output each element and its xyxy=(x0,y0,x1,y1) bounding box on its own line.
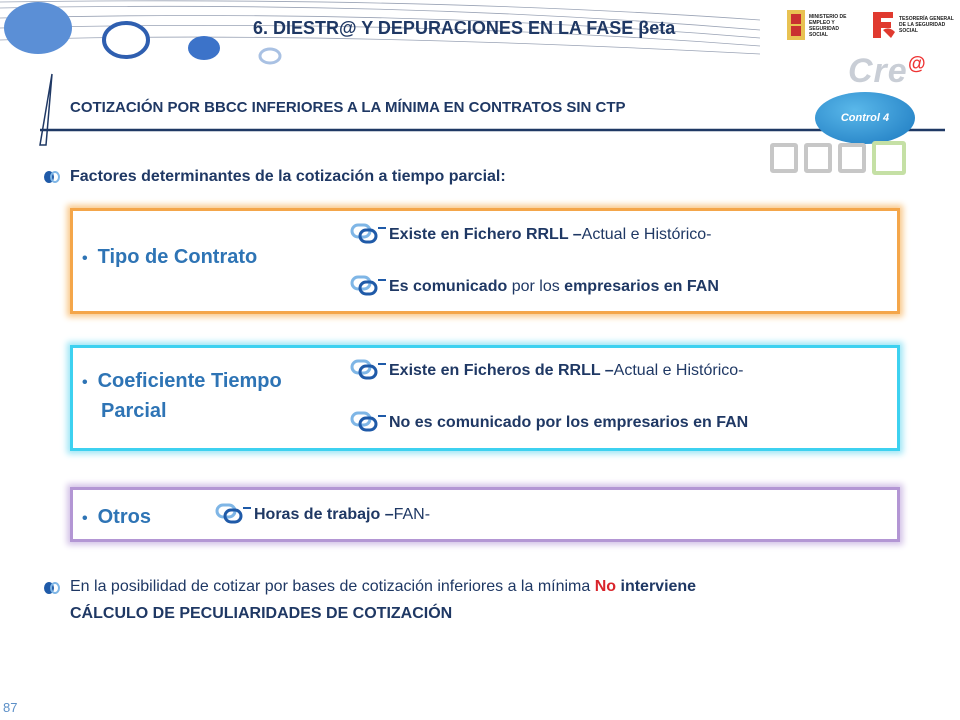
link-icon xyxy=(350,411,386,432)
panel3-item1: Horas de trabajo –FAN- xyxy=(254,506,431,523)
progress-square xyxy=(770,143,798,173)
panel1-item1: Existe en Fichero RRLL –Actual e Históri… xyxy=(389,226,712,243)
panel2-item2: No es comunicado por los empresarios en … xyxy=(389,414,749,431)
link-icon xyxy=(350,223,386,244)
category-coeficiente-line2: Parcial xyxy=(101,400,167,422)
progress-square-active xyxy=(872,141,906,175)
category-coeficiente: • Coeficiente Tiempo xyxy=(82,370,282,392)
footer-note: En la posibilidad de cotizar por bases d… xyxy=(70,578,697,595)
tgss-logo: TESORERÍA GENERAL DE LA SEGURIDAD SOCIAL xyxy=(867,4,957,46)
panel-otros xyxy=(70,487,900,542)
progress-square xyxy=(838,143,866,173)
progress-squares xyxy=(770,141,906,175)
control-badge: Control 4 xyxy=(815,92,915,144)
bullet-icon xyxy=(44,171,60,183)
intro-text: Factores determinantes de la cotización … xyxy=(70,168,506,185)
page-number: 87 xyxy=(3,700,18,715)
brand-logo: Cre@ xyxy=(848,52,927,90)
section-subtitle: COTIZACIÓN POR BBCC INFERIORES A LA MÍNI… xyxy=(70,99,626,116)
link-icon xyxy=(350,359,386,380)
panel1-item2: Es comunicado por los empresarios en FAN xyxy=(389,278,719,295)
link-icon xyxy=(350,275,386,296)
progress-square xyxy=(804,143,832,173)
panel2-item1: Existe en Ficheros de RRLL –Actual e His… xyxy=(389,362,744,379)
bullet-icon xyxy=(44,582,60,594)
ministry-logo: MINISTERIO DE EMPLEO Y SEGURIDAD SOCIAL xyxy=(783,4,861,46)
category-tipo-contrato: • Tipo de Contrato xyxy=(82,246,258,268)
panel-coeficiente xyxy=(70,345,900,451)
page-title: 6. DIESTR@ Y DEPURACIONES EN LA FASE βet… xyxy=(253,18,676,38)
link-icon xyxy=(215,503,251,524)
category-otros: • Otros xyxy=(82,506,151,528)
footer-note-line2: CÁLCULO DE PECULIARIDADES DE COTIZACIÓN xyxy=(70,605,453,622)
